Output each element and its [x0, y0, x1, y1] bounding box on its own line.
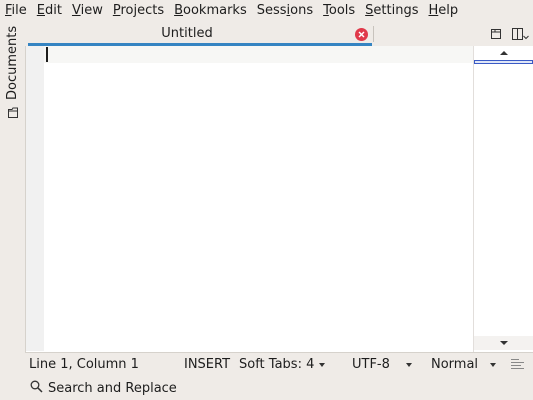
line-gutter: [26, 46, 44, 351]
menu-bar: File Edit View Projects Bookmarks Sessio…: [0, 0, 533, 22]
minimap-scrollbar[interactable]: [473, 46, 533, 352]
paragraph-icon[interactable]: [511, 358, 524, 374]
menu-settings[interactable]: Settings: [360, 0, 423, 22]
menu-projects[interactable]: Projects: [108, 0, 169, 22]
menu-view[interactable]: View: [67, 0, 108, 22]
scroll-up-arrow-icon[interactable]: [474, 46, 533, 60]
document-open-icon[interactable]: [487, 25, 505, 43]
left-sidebar: Documents: [0, 22, 25, 352]
folder-icon: [7, 106, 19, 119]
minimap-viewport[interactable]: [474, 60, 533, 64]
search-icon: [30, 380, 43, 397]
indent-settings-dropdown[interactable]: Soft Tabs: 4: [239, 357, 326, 372]
current-line-highlight: [44, 46, 473, 63]
bottom-toolview-bar: Search and Replace: [0, 376, 533, 400]
documents-sidebar-tab[interactable]: Documents: [1, 24, 23, 142]
text-editor[interactable]: [25, 46, 473, 352]
encoding-dropdown[interactable]: UTF-8: [352, 357, 412, 372]
search-and-replace-label: Search and Replace: [48, 380, 177, 396]
text-cursor: [46, 47, 48, 62]
cursor-position[interactable]: Line 1, Column 1: [29, 357, 139, 372]
search-and-replace-button[interactable]: Search and Replace: [30, 379, 177, 397]
chevron-down-icon: [490, 362, 497, 367]
tab-untitled[interactable]: Untitled: [28, 24, 372, 46]
indent-label: Soft Tabs: 4: [239, 357, 315, 372]
tab-bar: Untitled: [25, 22, 533, 46]
menu-sessions[interactable]: Sessions: [252, 0, 318, 22]
chevron-down-icon: [405, 362, 412, 367]
close-icon[interactable]: [355, 28, 368, 41]
highlight-mode-label: Normal: [431, 357, 479, 372]
menu-file[interactable]: File: [0, 0, 32, 22]
menu-bookmarks[interactable]: Bookmarks: [169, 0, 252, 22]
status-bar: Line 1, Column 1 INSERT Soft Tabs: 4 UTF…: [25, 352, 533, 376]
menu-tools[interactable]: Tools: [318, 0, 360, 22]
tab-separator: [373, 26, 374, 42]
menu-help[interactable]: Help: [424, 0, 464, 22]
input-mode[interactable]: INSERT: [184, 357, 230, 372]
documents-tab-label: Documents: [5, 26, 20, 101]
chevron-down-icon: [319, 362, 326, 367]
scroll-down-arrow-icon[interactable]: [474, 336, 533, 350]
split-view-icon[interactable]: [511, 25, 529, 43]
menu-edit[interactable]: Edit: [32, 0, 67, 22]
tab-title: Untitled: [161, 26, 213, 41]
encoding-label: UTF-8: [352, 357, 390, 372]
highlight-mode-dropdown[interactable]: Normal: [431, 357, 497, 372]
